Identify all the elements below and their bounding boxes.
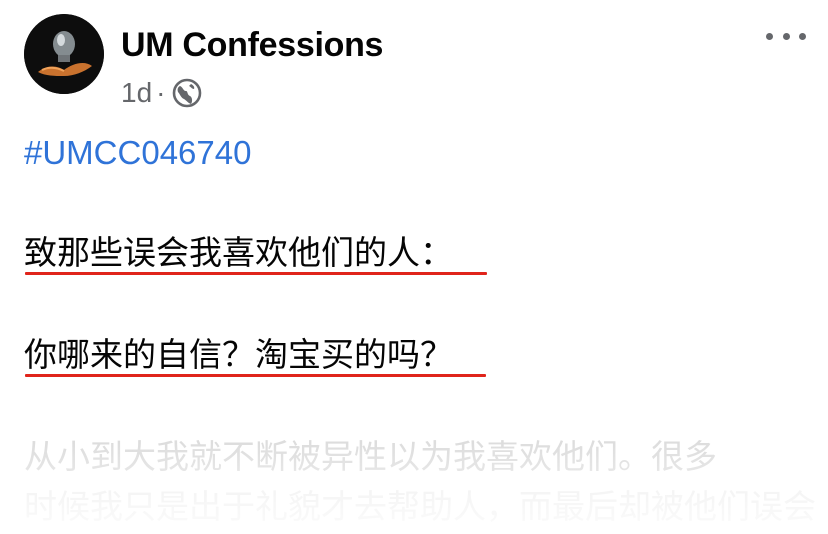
post-meta: 1d ·	[121, 74, 203, 112]
more-horizontal-icon	[766, 32, 773, 40]
post-text-line: 你哪来的自信？淘宝买的吗？	[24, 335, 453, 374]
post-card: UM Confessions 1d · #UMCC046740 致那些误会我喜欢…	[0, 0, 828, 534]
more-horizontal-icon	[782, 32, 790, 40]
hashtag-link[interactable]: #UMCC046740	[24, 132, 251, 174]
post-timestamp[interactable]: 1d	[121, 77, 152, 109]
page-avatar[interactable]	[24, 14, 104, 94]
red-underline	[25, 374, 486, 377]
lightbulb-hand-logo-icon	[24, 14, 104, 94]
post-text-line: 致那些误会我喜欢他们的人：	[24, 233, 453, 272]
page-name[interactable]: UM Confessions	[121, 24, 383, 66]
faded-post-text-line: 从小到大我就不断被异性以为我喜欢他们。很多	[24, 437, 717, 476]
more-horizontal-icon	[799, 32, 806, 40]
red-underline	[25, 272, 487, 275]
more-options-button[interactable]	[766, 22, 806, 50]
globe-icon[interactable]	[171, 77, 203, 109]
meta-separator: ·	[156, 77, 166, 108]
faded-post-text-line: 时候我只是出于礼貌才去帮助人，而最后却被他们误会	[24, 487, 816, 526]
